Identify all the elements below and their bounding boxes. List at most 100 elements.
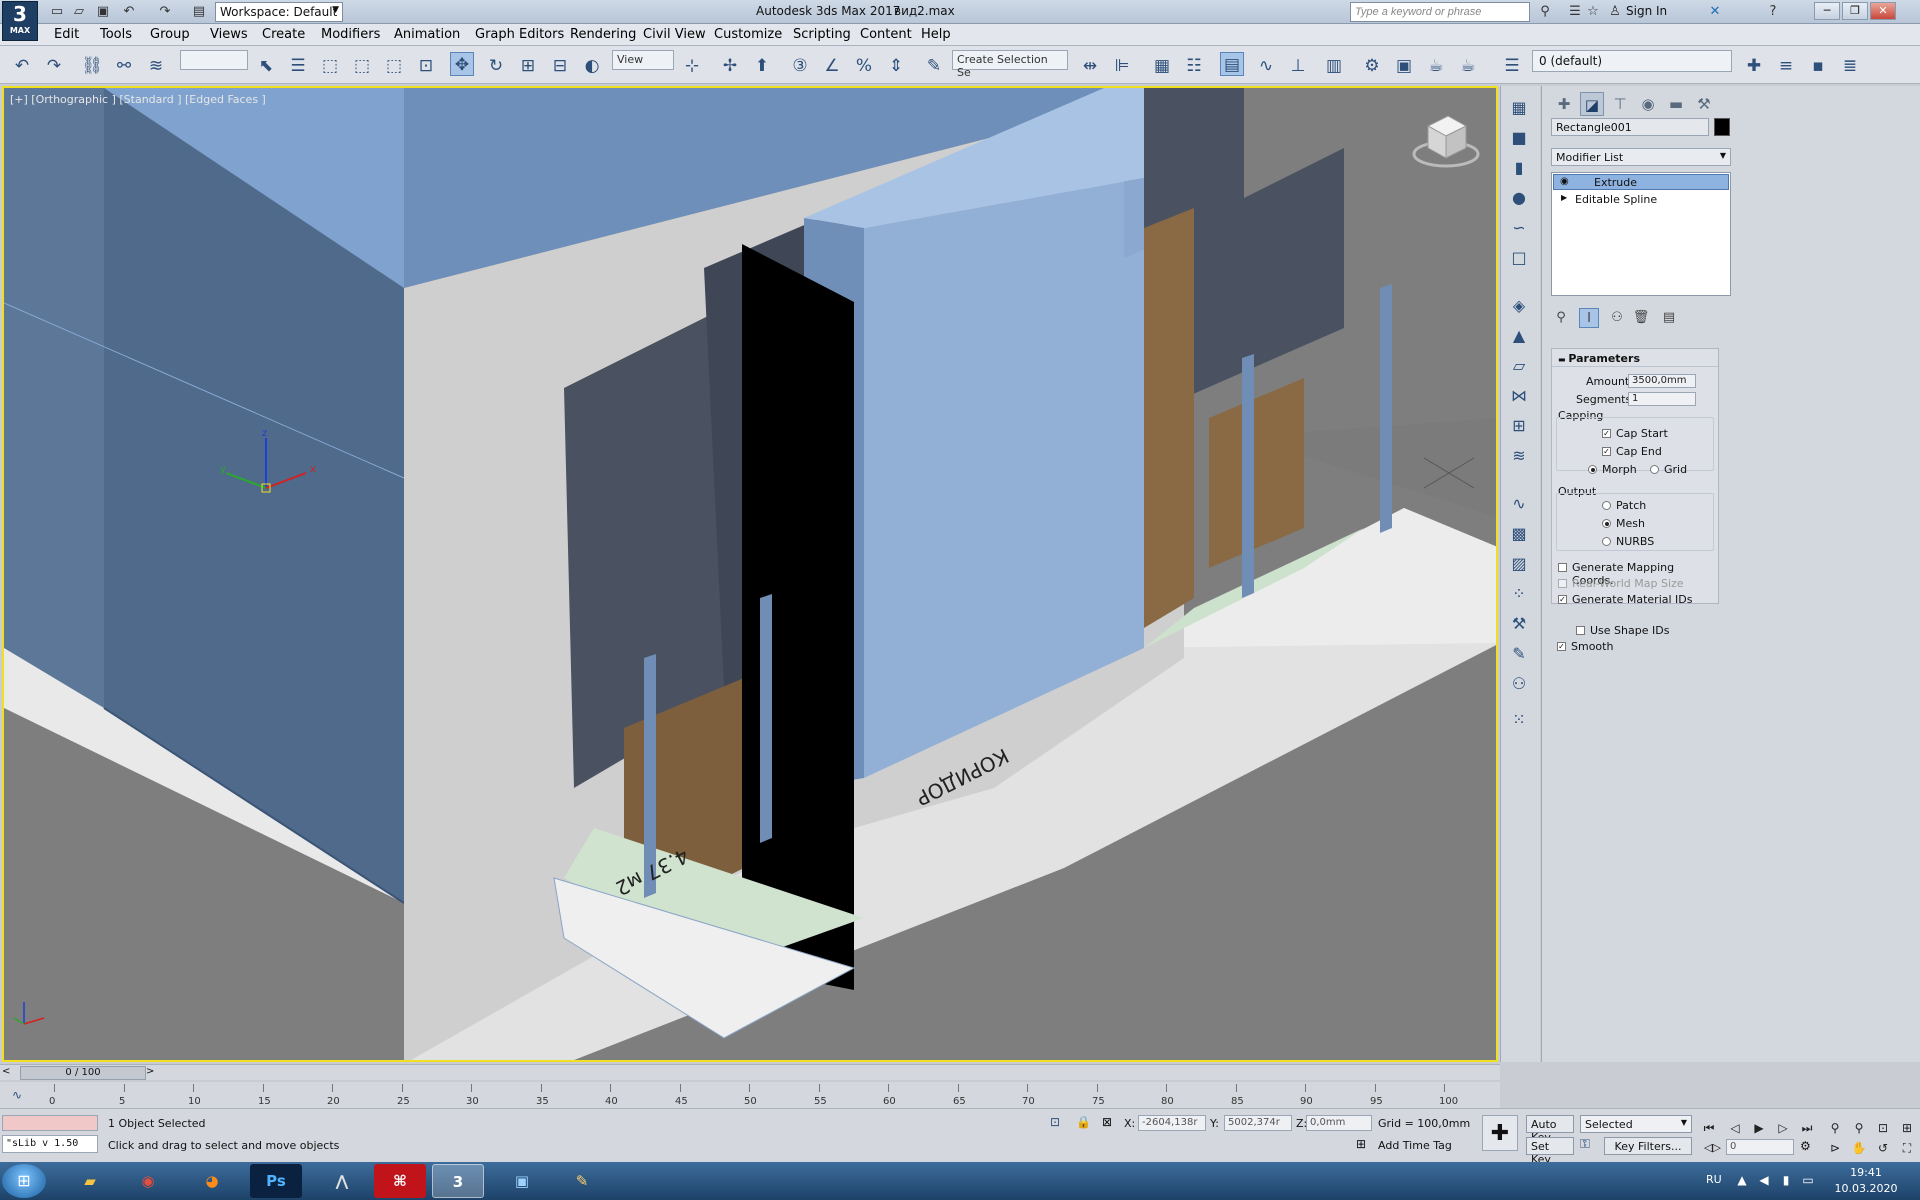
exchange-icon[interactable]: ✕ xyxy=(1706,3,1724,21)
key-icon[interactable]: ⚿ xyxy=(1580,1137,1590,1152)
mesh-radio[interactable] xyxy=(1602,519,1611,528)
play-icon[interactable]: ▶ xyxy=(1750,1119,1768,1137)
paint-icon[interactable]: ✎ xyxy=(1507,642,1531,666)
time-tag-icon[interactable]: ⊞ xyxy=(1356,1137,1366,1151)
menu-content[interactable]: Content xyxy=(860,27,912,42)
cap-start-checkbox[interactable]: ✓ xyxy=(1602,429,1611,438)
paint-task-icon[interactable]: ✎ xyxy=(556,1164,608,1198)
spheres-icon[interactable]: ⚇ xyxy=(1507,672,1531,696)
cap-end-checkbox[interactable]: ✓ xyxy=(1602,447,1611,456)
selected-dropdown[interactable]: Selected ▼ xyxy=(1580,1115,1692,1133)
select-and-move-icon[interactable]: ✥ xyxy=(450,52,474,76)
key-mode-toggle-icon[interactable]: ◁▷ xyxy=(1704,1141,1721,1154)
plane-icon[interactable]: ▱ xyxy=(1507,354,1531,378)
pin-stack-icon[interactable]: ⚲ xyxy=(1551,308,1571,328)
display-tab-icon[interactable]: ▬ xyxy=(1664,92,1688,116)
segments-spinner[interactable]: 1 xyxy=(1628,392,1696,406)
gen-mapping-checkbox[interactable] xyxy=(1558,563,1567,572)
new-file-icon[interactable]: ▭ xyxy=(48,3,66,21)
select-by-name-icon[interactable]: ☰ xyxy=(286,54,310,78)
render-setup-icon[interactable]: ⚙ xyxy=(1360,54,1384,78)
time-config-icon[interactable]: ⚙ xyxy=(1800,1139,1811,1153)
user-icon[interactable]: ♙ xyxy=(1606,3,1624,21)
reference-coordinate-dropdown[interactable]: View xyxy=(612,50,674,70)
prev-frame-arrow-icon[interactable]: < xyxy=(2,1066,10,1077)
set-current-layer-icon[interactable]: ≣ xyxy=(1838,54,1862,78)
maxscript-listener-field[interactable] xyxy=(2,1115,98,1131)
minimize-button[interactable]: ─ xyxy=(1814,2,1840,20)
zoom-extents-all-icon[interactable]: ⊞ xyxy=(1898,1119,1916,1137)
select-and-place-icon[interactable]: ◐ xyxy=(580,54,604,78)
mirror-icon[interactable]: ⇹ xyxy=(1078,54,1102,78)
cylinder-icon[interactable]: ▮ xyxy=(1507,156,1531,180)
zoom-extents-icon[interactable]: ⊡ xyxy=(1874,1119,1892,1137)
workspace-dropdown[interactable]: Workspace: Default ▼ xyxy=(215,2,343,22)
named-selection-set-dropdown[interactable]: Create Selection Se xyxy=(952,50,1068,79)
expand-arrow-icon[interactable]: ▶ xyxy=(1561,193,1567,202)
photoshop-task-icon[interactable]: Ps xyxy=(250,1164,302,1198)
object-color-swatch[interactable] xyxy=(1714,118,1730,136)
firefox-task-icon[interactable]: ◕ xyxy=(186,1164,238,1198)
helper-icon[interactable]: ◈ xyxy=(1507,294,1531,318)
hierarchy-tab-icon[interactable]: ⊤ xyxy=(1608,92,1632,116)
scene-explorer-icon[interactable]: ▦ xyxy=(1150,54,1174,78)
maximize-button[interactable]: ❐ xyxy=(1842,2,1868,20)
lattice-icon[interactable]: ⊞ xyxy=(1507,414,1531,438)
explorer-task-icon[interactable]: ▰ xyxy=(64,1164,116,1198)
maximize-viewport-icon[interactable]: ⛶ xyxy=(1898,1139,1916,1157)
remove-modifier-icon[interactable]: 🗑 xyxy=(1631,308,1651,328)
bind-space-warp-icon[interactable]: ≋ xyxy=(144,54,168,78)
select-and-rotate-icon[interactable]: ↻ xyxy=(484,54,508,78)
mirror-shape-icon[interactable]: ⋈ xyxy=(1507,384,1531,408)
layer-dropdown[interactable]: 0 (default) xyxy=(1532,50,1732,72)
orbit-icon[interactable]: ↺ xyxy=(1874,1139,1892,1157)
time-slider-thumb[interactable]: 0 / 100 xyxy=(20,1066,146,1080)
grid-radio[interactable] xyxy=(1650,465,1659,474)
utilities-tab-icon[interactable]: ⚒ xyxy=(1692,92,1716,116)
real-world-checkbox[interactable] xyxy=(1558,579,1567,588)
configure-modifier-sets-icon[interactable]: ▤ xyxy=(1659,308,1679,328)
tray-expand-icon[interactable]: ▲ xyxy=(1734,1172,1750,1188)
redo-quick-icon[interactable]: ↷ xyxy=(156,3,174,21)
photo-viewer-task-icon[interactable]: ▣ xyxy=(496,1164,548,1198)
sphere-icon[interactable]: ● xyxy=(1507,186,1531,210)
pan-view-icon[interactable]: ✋ xyxy=(1850,1139,1868,1157)
stack-icon[interactable]: ≋ xyxy=(1507,444,1531,468)
amount-spinner[interactable]: 3500,0mm xyxy=(1628,374,1696,388)
make-unique-icon[interactable]: ⚇ xyxy=(1607,308,1627,328)
undo-quick-icon[interactable]: ↶ xyxy=(120,3,138,21)
star-icon[interactable]: ☆ xyxy=(1584,3,1602,21)
add-time-tag[interactable]: Add Time Tag xyxy=(1378,1139,1452,1152)
next-frame-icon[interactable]: ▷ xyxy=(1774,1119,1792,1137)
tool-icon[interactable]: ⚒ xyxy=(1507,612,1531,636)
menu-rendering[interactable]: Rendering xyxy=(570,27,636,42)
3dsmax-task-icon[interactable]: 3 xyxy=(432,1164,484,1198)
z-coordinate-field[interactable]: 0,0mm xyxy=(1306,1115,1372,1131)
align-icon[interactable]: ⊫ xyxy=(1110,54,1134,78)
curve-editor-mini-icon[interactable]: ∿ xyxy=(12,1088,22,1102)
open-file-icon[interactable]: ▱ xyxy=(70,3,88,21)
track-bar[interactable]: ∿ 0 5 10 15 20 25 30 35 40 45 50 55 60 65 70 75 80 85 90 95… xyxy=(0,1082,1500,1108)
selection-lock-icon[interactable]: 🔒 xyxy=(1076,1115,1091,1129)
scatter-icon[interactable]: ⁙ xyxy=(1507,708,1531,732)
menu-tools[interactable]: Tools xyxy=(100,27,132,42)
select-and-scale-icon[interactable]: ⊞ xyxy=(516,54,540,78)
gen-material-checkbox[interactable]: ✓ xyxy=(1558,595,1567,604)
select-in-layer-icon[interactable]: ▪ xyxy=(1806,54,1830,78)
power-icon[interactable]: ▭ xyxy=(1800,1172,1816,1188)
menu-graph-editors[interactable]: Graph Editors xyxy=(475,27,564,42)
texture-icon[interactable]: ▨ xyxy=(1507,552,1531,576)
use-shape-ids-checkbox[interactable] xyxy=(1576,626,1585,635)
x-coordinate-field[interactable]: -2604,138r xyxy=(1138,1115,1206,1131)
go-to-end-icon[interactable]: ⏭ xyxy=(1798,1119,1816,1137)
eye-icon[interactable]: ◉ xyxy=(1560,176,1569,187)
box-icon[interactable]: ■ xyxy=(1507,126,1531,150)
menu-help[interactable]: Help xyxy=(921,27,951,42)
layer-explorer-icon[interactable]: ☷ xyxy=(1182,54,1206,78)
create-tab-icon[interactable]: ✚ xyxy=(1552,92,1576,116)
binoculars-icon[interactable]: ⚲ xyxy=(1536,3,1554,21)
smooth-checkbox[interactable]: ✓ xyxy=(1557,642,1566,651)
y-coordinate-field[interactable]: 5002,374r xyxy=(1224,1115,1292,1131)
manage-layers-icon[interactable]: ☰ xyxy=(1500,54,1524,78)
key-mode-icon[interactable]: ✚ xyxy=(1482,1115,1518,1151)
